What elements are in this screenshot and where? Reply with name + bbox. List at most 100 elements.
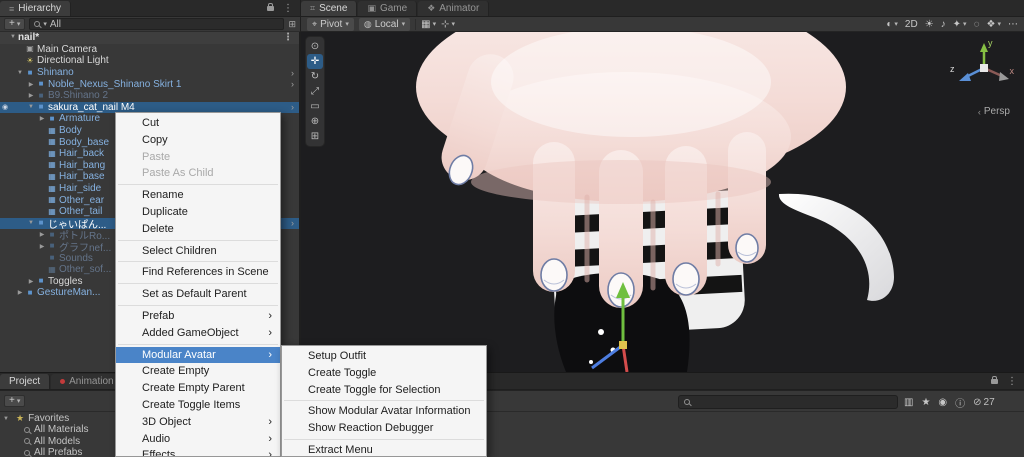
info-icon-button[interactable]: ⓘ <box>955 395 965 410</box>
view-tool-icon[interactable]: ⊙ <box>307 39 323 54</box>
menu-item-label: Set as Default Parent <box>142 288 247 301</box>
expand-arrow-icon[interactable]: ▶ <box>37 231 47 238</box>
expand-arrow-icon[interactable]: ▶ <box>26 92 36 99</box>
rect-tool-icon[interactable]: ▭ <box>307 99 323 114</box>
context-menu-item[interactable]: Rename <box>116 187 280 204</box>
context-menu-item[interactable]: Added GameObject › <box>116 325 280 342</box>
context-menu-item: Paste As Child <box>116 165 280 182</box>
expand-arrow-icon[interactable]: ▶ <box>37 243 47 250</box>
effects-toggle-icon-button[interactable]: ✦ ▾ <box>953 19 967 30</box>
search-options-icon[interactable]: ⊞ <box>288 19 296 30</box>
context-menu-item[interactable]: Find References in Scene <box>116 264 280 281</box>
favorites-star-icon-button[interactable]: ★ <box>921 397 930 408</box>
context-menu-item[interactable]: Modular Avatar › <box>116 346 280 364</box>
mesh-icon: ▦ <box>48 206 56 216</box>
context-menu-item[interactable]: Delete <box>116 221 280 238</box>
scene-3d-render <box>301 32 1024 372</box>
prefab-open-arrow-icon[interactable]: › <box>291 102 299 112</box>
tab-project[interactable]: Project <box>0 374 51 389</box>
menu-item-label: Create Empty Parent <box>142 382 245 395</box>
dropdown-caret-icon: ▾ <box>401 21 406 28</box>
toggle-2d-button[interactable]: 2D <box>905 19 918 30</box>
context-menu-item[interactable]: Cut <box>116 115 280 132</box>
expand-arrow-icon[interactable]: ▼ <box>0 416 12 422</box>
tab-game[interactable]: ▣ Game <box>358 1 418 16</box>
move-tool-icon[interactable]: ✛ <box>307 54 323 69</box>
context-menu-item[interactable]: Prefab › <box>116 308 280 325</box>
overflow-menu-icon-button[interactable]: ⋯ <box>1008 19 1018 30</box>
transform-tool-icon[interactable]: ⊕ <box>307 114 323 129</box>
custom-tool-icon[interactable]: ⊞ <box>307 129 323 144</box>
hierarchy-row[interactable]: ▶ ■ B9.Shinano 2 <box>0 90 299 102</box>
context-menu-item[interactable]: Effects › <box>116 447 280 456</box>
pivot-dropdown[interactable]: ⌖ Pivot ▾ <box>307 17 354 31</box>
snap-settings-icon-button[interactable]: ⊹ ▾ <box>441 19 455 30</box>
expand-arrow-icon[interactable]: ▶ <box>26 278 36 285</box>
visibility-eye-icon[interactable]: ◉ <box>2 103 8 111</box>
expand-arrow-icon[interactable]: ▼ <box>26 220 36 226</box>
submenu-item[interactable]: Create Toggle for Selection <box>282 382 486 399</box>
submenu-item[interactable]: Setup Outfit <box>282 348 486 365</box>
orientation-gizmo[interactable]: y z x <box>950 38 1014 102</box>
dropdown-caret-icon: ▾ <box>16 397 21 405</box>
projection-toggle[interactable]: ‹ Persp <box>978 106 1010 117</box>
context-menu-item[interactable]: Copy <box>116 132 280 149</box>
scale-tool-icon[interactable]: ⤢ <box>307 84 323 99</box>
tab-hierarchy[interactable]: ≡ Hierarchy <box>0 1 72 16</box>
tab-animation[interactable]: Animation <box>51 374 124 389</box>
camera-view-icon: ◐ <box>886 18 893 30</box>
hierarchy-row[interactable]: ▼ ■ Shinano › <box>0 67 299 79</box>
create-add-button[interactable]: + ▾ <box>4 395 26 407</box>
context-menu-item[interactable]: Set as Default Parent <box>116 286 280 303</box>
hierarchy-row[interactable]: ☀ Directional Light <box>0 55 299 67</box>
expand-arrow-icon[interactable]: ▼ <box>26 104 36 110</box>
scene-header-row[interactable]: ▼ nail* ⋮ <box>0 32 299 44</box>
handle-rotation-dropdown[interactable]: ◍ Local ▾ <box>358 17 411 31</box>
hidden-objects-icon-button[interactable]: ◌ <box>974 19 980 30</box>
favorites-item-label: All Materials <box>34 424 89 436</box>
context-menu-item[interactable]: Create Empty Parent <box>116 380 280 397</box>
context-menu-item[interactable]: Duplicate <box>116 204 280 221</box>
context-menu-item[interactable]: Create Toggle Items <box>116 397 280 414</box>
kebab-menu-icon[interactable]: ⋮ <box>283 3 293 14</box>
camera-view-icon-button[interactable]: ◐ ▾ <box>886 19 898 30</box>
layout-columns-icon-button[interactable]: ▥ <box>904 397 913 408</box>
prefab-open-arrow-icon[interactable]: › <box>291 68 299 78</box>
hierarchy-row[interactable]: ▶ ■ Noble_Nexus_Shinano Skirt 1 › <box>0 78 299 90</box>
prefab-open-arrow-icon[interactable]: › <box>291 79 299 89</box>
expand-arrow-icon[interactable]: ▶ <box>37 115 47 122</box>
expand-arrow-icon[interactable]: ▶ <box>15 289 25 296</box>
kebab-menu-icon[interactable]: ⋮ <box>283 32 299 44</box>
context-menu-item[interactable]: Audio › <box>116 431 280 448</box>
audio-toggle-icon-button[interactable]: ♪ <box>941 19 946 30</box>
expand-arrow-icon[interactable]: ▶ <box>26 81 36 88</box>
menu-separator <box>118 239 278 241</box>
submenu-item[interactable]: Show Modular Avatar Information <box>282 403 486 420</box>
kebab-menu-icon[interactable]: ⋮ <box>1007 376 1017 387</box>
hierarchy-row[interactable]: ▣ Main Camera <box>0 44 299 56</box>
rotate-tool-icon[interactable]: ↻ <box>307 69 323 84</box>
submenu-item[interactable]: Show Reaction Debugger <box>282 420 486 437</box>
lock-icon[interactable] <box>267 3 274 11</box>
hierarchy-search-input[interactable]: ▾ All <box>29 18 285 30</box>
search-filter-caret-icon[interactable]: ▾ <box>43 20 47 28</box>
tab-scene[interactable]: ⌗ Scene <box>301 1 358 16</box>
context-menu-item[interactable]: Select Children <box>116 243 280 260</box>
submenu-item[interactable]: Extract Menu <box>282 442 486 456</box>
expand-arrow-icon[interactable]: ▼ <box>15 70 25 76</box>
tab-animator[interactable]: ❖ Animator <box>418 1 490 16</box>
context-menu-item[interactable]: 3D Object › <box>116 414 280 431</box>
lighting-toggle-icon-button[interactable]: ☀ <box>925 19 934 30</box>
scene-viewport[interactable]: ⊙ ✛ ↻ ⤢ ▭ ⊕ ⊞ y z x ‹ Persp <box>300 32 1024 372</box>
submenu-item[interactable]: Create Toggle <box>282 365 486 382</box>
prefab-open-arrow-icon[interactable]: › <box>291 218 299 228</box>
mesh-icon: ▦ <box>48 137 56 147</box>
expand-arrow-icon[interactable]: ▼ <box>8 32 18 44</box>
lock-icon[interactable] <box>991 376 998 384</box>
grid-visibility-icon-button[interactable]: ▦ ▾ <box>421 19 436 30</box>
context-menu-item[interactable]: Create Empty <box>116 363 280 380</box>
preview-eye-icon-button[interactable]: ◉ <box>938 397 947 408</box>
gizmos-dropdown-icon-button[interactable]: ❖ ▾ <box>987 19 1001 30</box>
create-add-button[interactable]: + ▾ <box>4 18 26 30</box>
project-search-input[interactable] <box>678 395 898 409</box>
